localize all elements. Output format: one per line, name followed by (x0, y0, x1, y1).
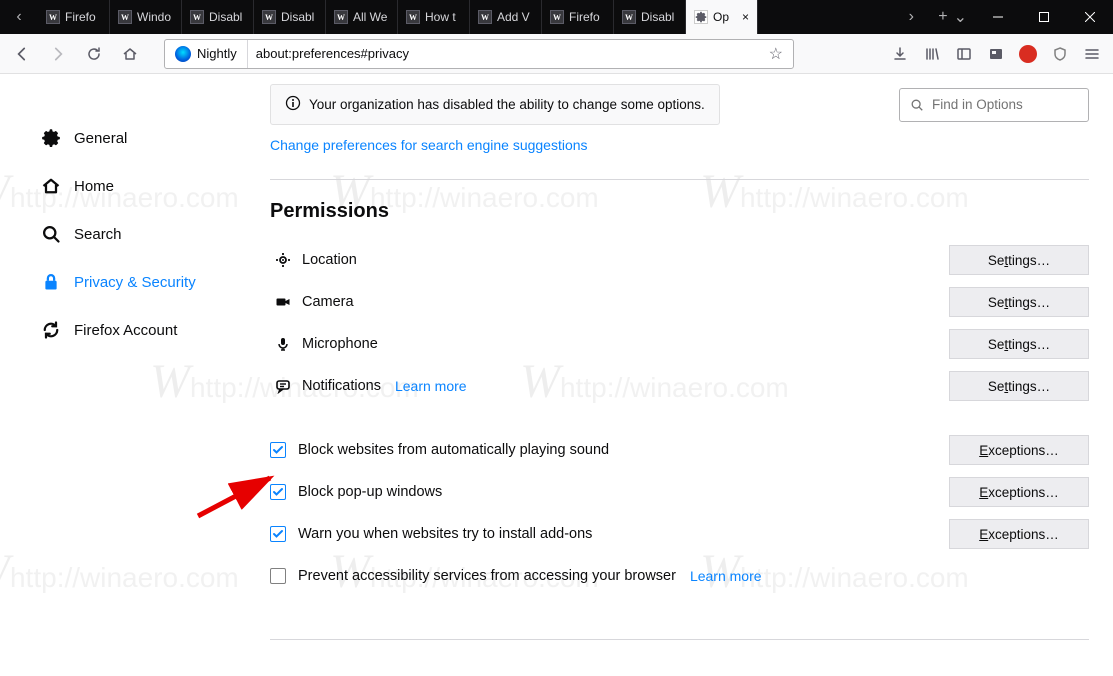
notifications-learn-more-link[interactable]: Learn more (395, 378, 467, 394)
tab-scroll-left[interactable]: ‹ (0, 0, 38, 34)
sound-exceptions-button[interactable]: Exceptions… (949, 435, 1089, 465)
block-popup-checkbox[interactable] (270, 484, 286, 500)
sidebar-label: Privacy & Security (74, 274, 196, 291)
a11y-learn-more-link[interactable]: Learn more (690, 568, 762, 584)
gear-icon (694, 10, 708, 24)
sidebar-item-search[interactable]: Search (40, 210, 240, 258)
permission-label: Microphone (302, 336, 378, 352)
downloads-button[interactable] (891, 45, 909, 63)
tab-window[interactable]: WWindo (110, 0, 182, 34)
category-sidebar: General Home Search Privacy & Security F… (0, 74, 240, 676)
firefox-nightly-icon (175, 46, 191, 62)
checkbox-label: Block pop-up windows (298, 484, 442, 500)
menu-button[interactable] (1083, 45, 1101, 63)
tab-how-to[interactable]: WHow t (398, 0, 470, 34)
url-text[interactable]: about:preferences#privacy (248, 46, 759, 61)
block-sound-checkbox[interactable] (270, 442, 286, 458)
screenshot-button[interactable] (987, 45, 1005, 63)
sidebar-item-privacy[interactable]: Privacy & Security (40, 258, 240, 306)
options-search-input[interactable]: Find in Options (899, 88, 1089, 122)
divider (270, 179, 1089, 180)
prevent-a11y-row: Prevent accessibility services from acce… (270, 555, 1089, 597)
home-button[interactable] (116, 40, 144, 68)
tab-list-button[interactable]: ⌄ (954, 7, 967, 27)
camera-settings-button[interactable]: Settings… (949, 287, 1089, 317)
checkbox-label: Warn you when websites try to install ad… (298, 526, 592, 542)
new-tab-button[interactable]: + (938, 8, 947, 26)
tab-strip: WFirefo WWindo WDisabl WDisabl WAll We W… (38, 0, 892, 34)
tab-disable-1[interactable]: WDisabl (182, 0, 254, 34)
camera-icon (270, 294, 296, 310)
permission-notifications-row: Notifications Learn more Settings… (270, 365, 1089, 407)
window-maximize-button[interactable] (1021, 0, 1067, 34)
identity-box[interactable]: Nightly (165, 40, 248, 68)
policy-notice: Your organization has disabled the abili… (270, 84, 720, 125)
url-bar[interactable]: Nightly about:preferences#privacy ☆ (164, 39, 794, 69)
sidebar-button[interactable] (955, 45, 973, 63)
tab-disable-3[interactable]: WDisabl (614, 0, 686, 34)
window-close-button[interactable] (1067, 0, 1113, 34)
permission-location-row: Location Settings… (270, 239, 1089, 281)
tab-firefox-1[interactable]: WFirefo (38, 0, 110, 34)
window-minimize-button[interactable] (975, 0, 1021, 34)
search-icon (40, 224, 62, 244)
addons-exceptions-button[interactable]: Exceptions… (949, 519, 1089, 549)
tab-add-v[interactable]: WAdd V (470, 0, 542, 34)
divider (270, 639, 1089, 640)
sidebar-item-account[interactable]: Firefox Account (40, 306, 240, 354)
permission-label: Notifications (302, 378, 381, 394)
sidebar-item-home[interactable]: Home (40, 162, 240, 210)
warn-addons-row: Warn you when websites try to install ad… (270, 513, 1089, 555)
info-icon (285, 95, 301, 114)
back-button[interactable] (8, 40, 36, 68)
sidebar-label: Home (74, 178, 114, 195)
search-engine-prefs-link[interactable]: Change preferences for search engine sug… (270, 137, 588, 153)
location-settings-button[interactable]: Settings… (949, 245, 1089, 275)
ublock-icon[interactable] (1051, 45, 1069, 63)
preferences-page: Whttp://winaero.com Whttp://winaero.com … (0, 74, 1113, 676)
sidebar-label: Firefox Account (74, 322, 177, 339)
permission-camera-row: Camera Settings… (270, 281, 1089, 323)
notifications-settings-button[interactable]: Settings… (949, 371, 1089, 401)
bookmark-star-icon[interactable]: ☆ (759, 44, 793, 64)
checkbox-label: Block websites from automatically playin… (298, 442, 609, 458)
block-popup-row: Block pop-up windows Exceptions… (270, 471, 1089, 513)
location-icon (270, 252, 296, 268)
block-sound-row: Block websites from automatically playin… (270, 429, 1089, 471)
popup-exceptions-button[interactable]: Exceptions… (949, 477, 1089, 507)
home-icon (40, 176, 62, 196)
permission-label: Location (302, 252, 357, 268)
search-icon (910, 98, 924, 112)
sync-icon (40, 320, 62, 340)
checkbox-label: Prevent accessibility services from acce… (298, 568, 676, 584)
microphone-icon (270, 336, 296, 352)
sidebar-label: Search (74, 226, 122, 243)
forward-button[interactable] (44, 40, 72, 68)
tab-firefox-2[interactable]: WFirefo (542, 0, 614, 34)
adblock-icon[interactable] (1019, 45, 1037, 63)
library-button[interactable] (923, 45, 941, 63)
reload-button[interactable] (80, 40, 108, 68)
tab-scroll-right[interactable]: › (892, 0, 930, 34)
notification-icon (270, 378, 296, 394)
gear-icon (40, 128, 62, 148)
microphone-settings-button[interactable]: Settings… (949, 329, 1089, 359)
sidebar-item-general[interactable]: General (40, 114, 240, 162)
tab-all-we[interactable]: WAll We (326, 0, 398, 34)
prevent-a11y-checkbox[interactable] (270, 568, 286, 584)
title-bar: ‹ WFirefo WWindo WDisabl WDisabl WAll We… (0, 0, 1113, 34)
sidebar-label: General (74, 130, 127, 147)
tab-disable-2[interactable]: WDisabl (254, 0, 326, 34)
permissions-heading: Permissions (270, 200, 1089, 223)
navigation-toolbar: Nightly about:preferences#privacy ☆ (0, 34, 1113, 74)
permission-microphone-row: Microphone Settings… (270, 323, 1089, 365)
close-tab-icon[interactable]: × (742, 10, 749, 24)
permission-label: Camera (302, 294, 354, 310)
warn-addons-checkbox[interactable] (270, 526, 286, 542)
main-content: Your organization has disabled the abili… (240, 74, 1113, 676)
tab-options-active[interactable]: Op × (686, 0, 758, 34)
lock-icon (40, 272, 62, 292)
